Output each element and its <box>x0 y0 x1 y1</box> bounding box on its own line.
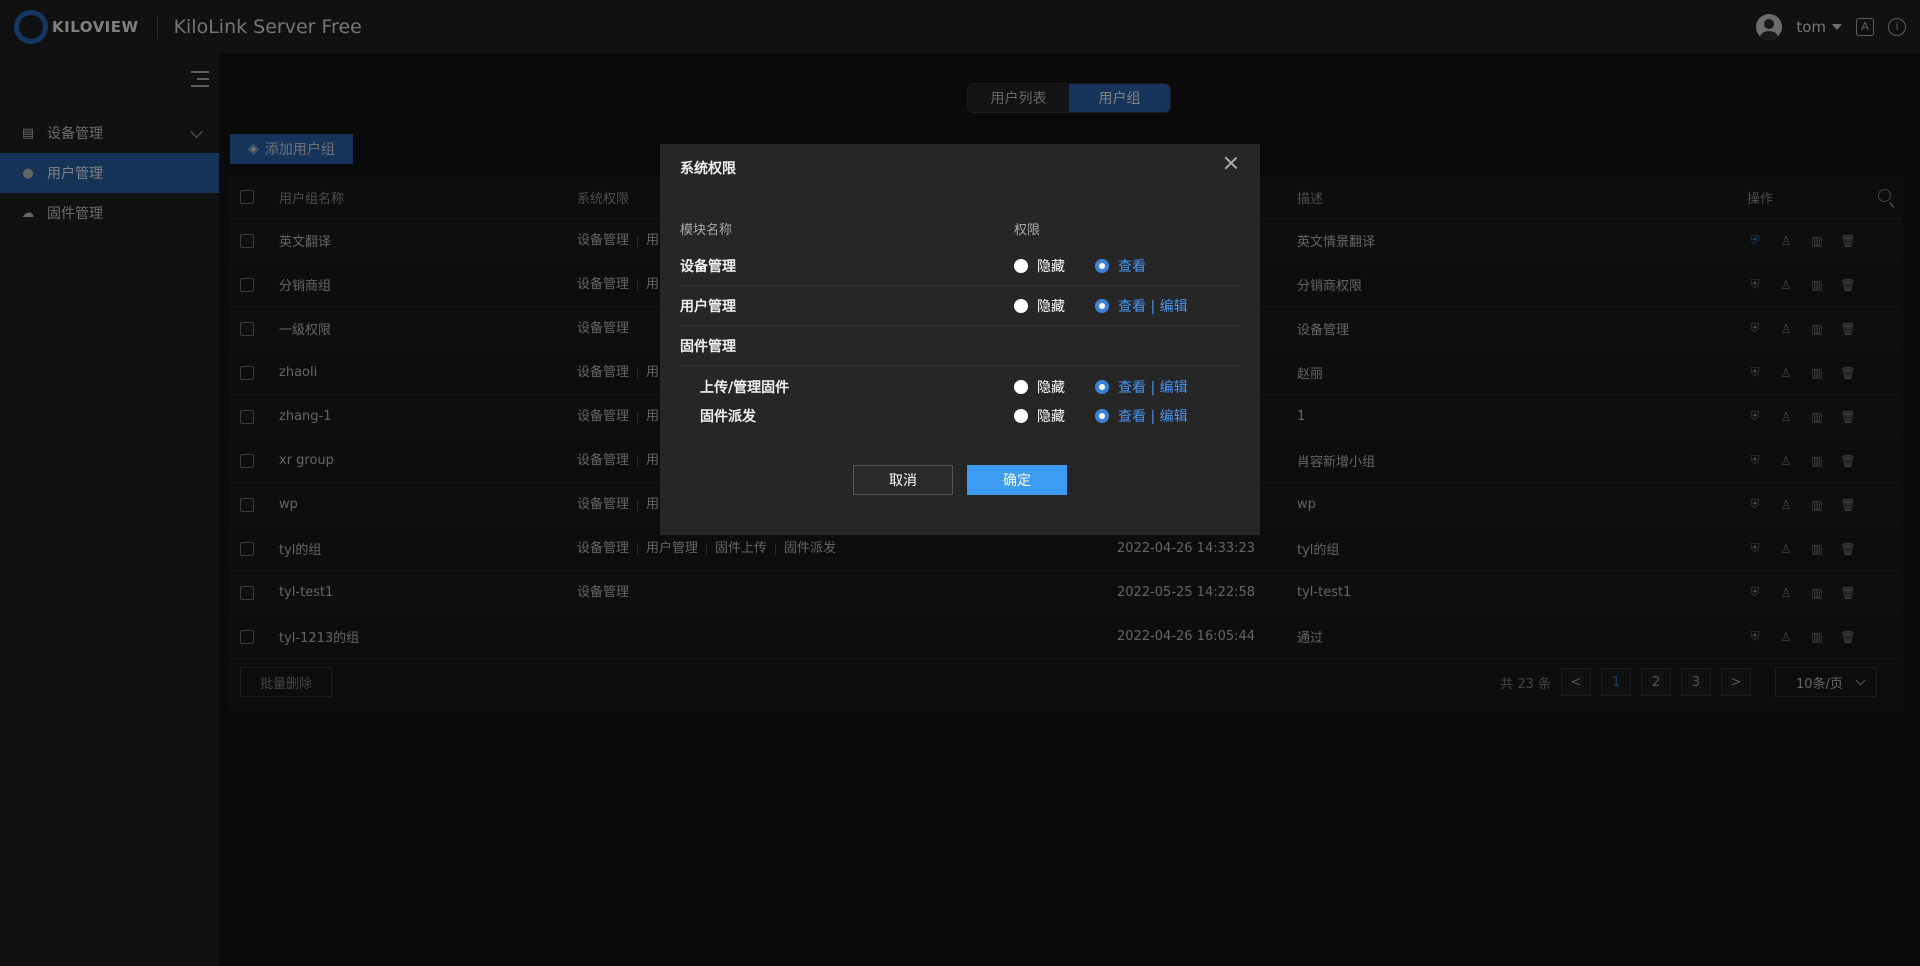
permission-dialog: 系统权限 模块名称 权限 设备管理 隐藏 查看 用户管理 隐藏 查看 | 编辑 … <box>660 144 1260 535</box>
radio-hide-label[interactable]: 隐藏 <box>1037 377 1065 397</box>
confirm-button[interactable]: 确定 <box>967 465 1067 495</box>
perm-module-name: 设备管理 <box>680 258 736 275</box>
perm-row-firmware-upload: 上传/管理固件 隐藏 查看 | 编辑 <box>680 372 1240 402</box>
perm-row-firmware-dispatch: 固件派发 隐藏 查看 | 编辑 <box>680 401 1240 431</box>
radio-view-edit-label[interactable]: 查看 | 编辑 <box>1118 296 1188 316</box>
radio-view-edit-label[interactable]: 查看 | 编辑 <box>1118 377 1188 397</box>
perm-module-name: 用户管理 <box>680 298 736 315</box>
perm-radio-group: 隐藏 查看 <box>1014 256 1146 276</box>
radio-view[interactable] <box>1095 258 1109 273</box>
dialog-column-header: 模块名称 权限 <box>680 219 1240 238</box>
dialog-title: 系统权限 <box>680 161 736 177</box>
radio-view-edit[interactable] <box>1095 409 1109 423</box>
close-icon[interactable] <box>1224 156 1238 170</box>
radio-hide[interactable] <box>1014 380 1028 394</box>
radio-hide[interactable] <box>1014 298 1028 313</box>
perm-radio-group: 隐藏 查看 | 编辑 <box>1014 296 1188 316</box>
radio-hide-label[interactable]: 隐藏 <box>1037 256 1065 276</box>
perm-module-name: 上传/管理固件 <box>700 380 790 396</box>
perm-row-user: 用户管理 隐藏 查看 | 编辑 <box>680 286 1240 326</box>
radio-view-edit[interactable] <box>1095 298 1109 313</box>
col-module-label: 模块名称 <box>680 223 733 238</box>
radio-view-edit[interactable] <box>1095 380 1109 394</box>
perm-row-device: 设备管理 隐藏 查看 <box>680 246 1240 286</box>
perm-radio-group: 隐藏 查看 | 编辑 <box>1014 377 1188 397</box>
radio-view-label[interactable]: 查看 <box>1118 256 1146 276</box>
radio-hide[interactable] <box>1014 409 1028 423</box>
radio-hide-label[interactable]: 隐藏 <box>1037 296 1065 316</box>
radio-hide[interactable] <box>1014 258 1028 273</box>
cancel-button[interactable]: 取消 <box>853 465 953 495</box>
perm-radio-group: 隐藏 查看 | 编辑 <box>1014 406 1188 426</box>
col-perm-label: 权限 <box>1014 223 1041 238</box>
perm-row-firmware: 固件管理 <box>680 326 1240 366</box>
perm-module-name: 固件派发 <box>700 409 756 425</box>
radio-view-edit-label[interactable]: 查看 | 编辑 <box>1118 406 1188 426</box>
radio-hide-label[interactable]: 隐藏 <box>1037 406 1065 426</box>
perm-module-name: 固件管理 <box>680 338 736 355</box>
